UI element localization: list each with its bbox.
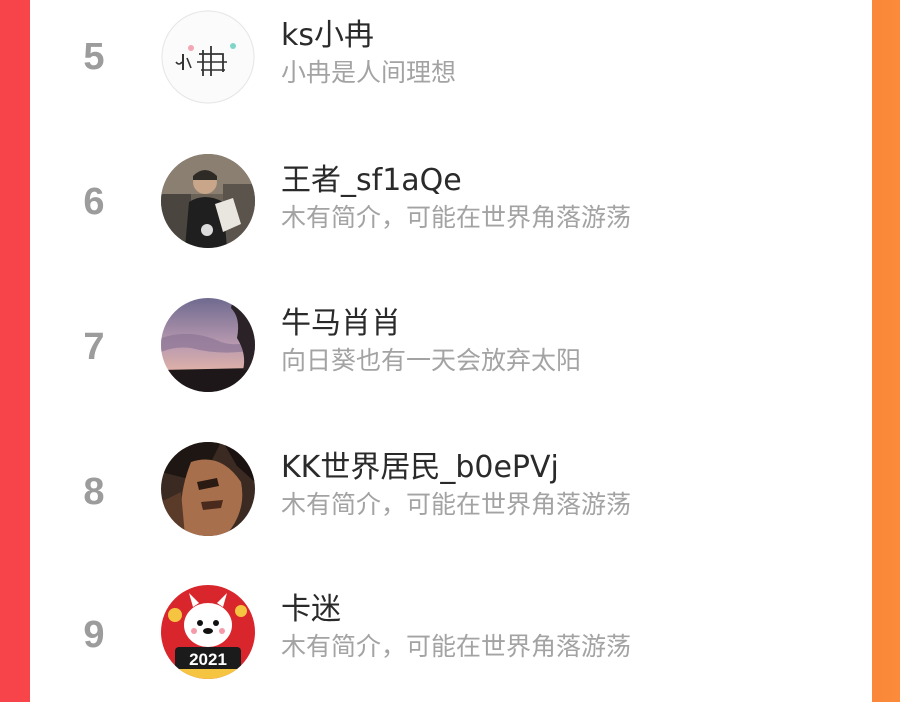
user-name[interactable]: ks小冉 [281, 18, 456, 54]
rank-number: 6 [83, 181, 105, 223]
list-item-text: 牛马肖肖 向日葵也有一天会放弃太阳 [281, 306, 581, 378]
rank-number: 7 [83, 326, 105, 368]
street-photo-avatar-icon [161, 154, 255, 248]
list-item-text: KK世界居民_b0ePVj 木有简介，可能在世界角落游荡 [281, 450, 631, 522]
handwritten-xiaoran-avatar-icon [161, 10, 255, 104]
avatar[interactable]: 2021 [161, 585, 255, 679]
svg-text:2021: 2021 [189, 650, 227, 669]
rank-number: 8 [83, 471, 105, 513]
user-name[interactable]: KK世界居民_b0ePVj [281, 450, 631, 486]
user-bio: 木有简介，可能在世界角落游荡 [281, 632, 632, 661]
user-bio: 木有简介，可能在世界角落游荡 [281, 490, 632, 519]
user-bio: 木有简介，可能在世界角落游荡 [281, 203, 632, 232]
user-name[interactable]: 王者_sf1aQe [281, 163, 631, 199]
avatar[interactable] [161, 442, 255, 536]
user-name[interactable]: 牛马肖肖 [281, 306, 581, 342]
ranking-list-panel: 5 ks小冉 小冉是人间理想 6 王者_sf1aQe 木有简介，可能在世界角落游… [30, 0, 872, 702]
sunset-sky-avatar-icon [161, 298, 255, 392]
avatar[interactable] [161, 298, 255, 392]
avatar[interactable] [161, 10, 255, 104]
anime-character-avatar-icon [161, 442, 255, 536]
list-item-text: 卡迷 木有简介，可能在世界角落游荡 [281, 592, 631, 664]
list-item-text: 王者_sf1aQe 木有简介，可能在世界角落游荡 [281, 163, 631, 235]
rank-number: 5 [83, 36, 105, 78]
avatar[interactable] [161, 154, 255, 248]
cartoon-2021-avatar-icon: 2021 [161, 585, 255, 679]
user-bio: 小冉是人间理想 [281, 58, 457, 87]
list-item[interactable]: 5 ks小冉 小冉是人间理想 [30, 0, 872, 120]
rank-number: 9 [83, 614, 105, 656]
user-name[interactable]: 卡迷 [281, 592, 631, 628]
user-bio: 向日葵也有一天会放弃太阳 [281, 346, 582, 375]
